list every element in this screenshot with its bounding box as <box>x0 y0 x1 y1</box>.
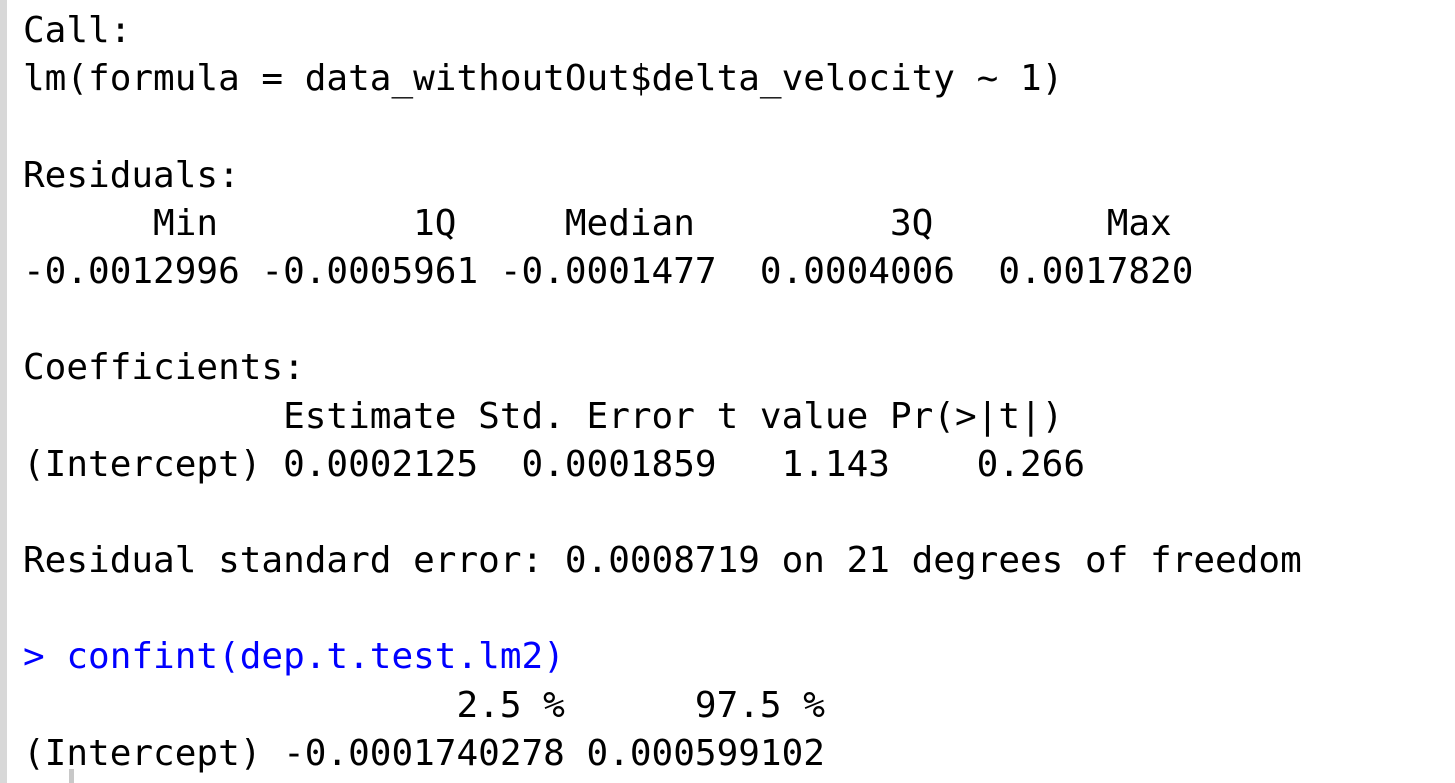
coefficients-intercept-row: (Intercept) 0.0002125 0.0001859 1.143 0.… <box>23 443 1086 485</box>
call-label: Call: <box>23 10 132 51</box>
confint-command: > confint(dep.t.test.lm2) <box>23 636 565 678</box>
residual-standard-error: Residual standard error: 0.0008719 on 21… <box>23 540 1302 582</box>
coefficients-header: Estimate Std. Error t value Pr(>|t|) <box>23 395 1064 437</box>
call-formula: lm(formula = data_withoutOut$delta_veloc… <box>23 58 1064 100</box>
residuals-label: Residuals: <box>23 154 240 196</box>
confint-header: 2.5 % 97.5 % <box>23 684 825 726</box>
confint-intercept-row: (Intercept) -0.0001740278 0.000599102 <box>23 732 825 774</box>
console-cursor[interactable] <box>69 769 74 783</box>
console-gutter <box>0 0 7 783</box>
coefficients-label: Coefficients: <box>23 347 305 389</box>
residuals-header: Min 1Q Median 3Q Max <box>23 202 1194 244</box>
residuals-values: -0.0012996 -0.0005961 -0.0001477 0.00040… <box>23 250 1216 292</box>
r-console-output: Call: lm(formula = data_withoutOut$delta_… <box>0 0 1455 783</box>
console-text: Call: lm(formula = data_withoutOut$delta_… <box>23 7 1302 778</box>
